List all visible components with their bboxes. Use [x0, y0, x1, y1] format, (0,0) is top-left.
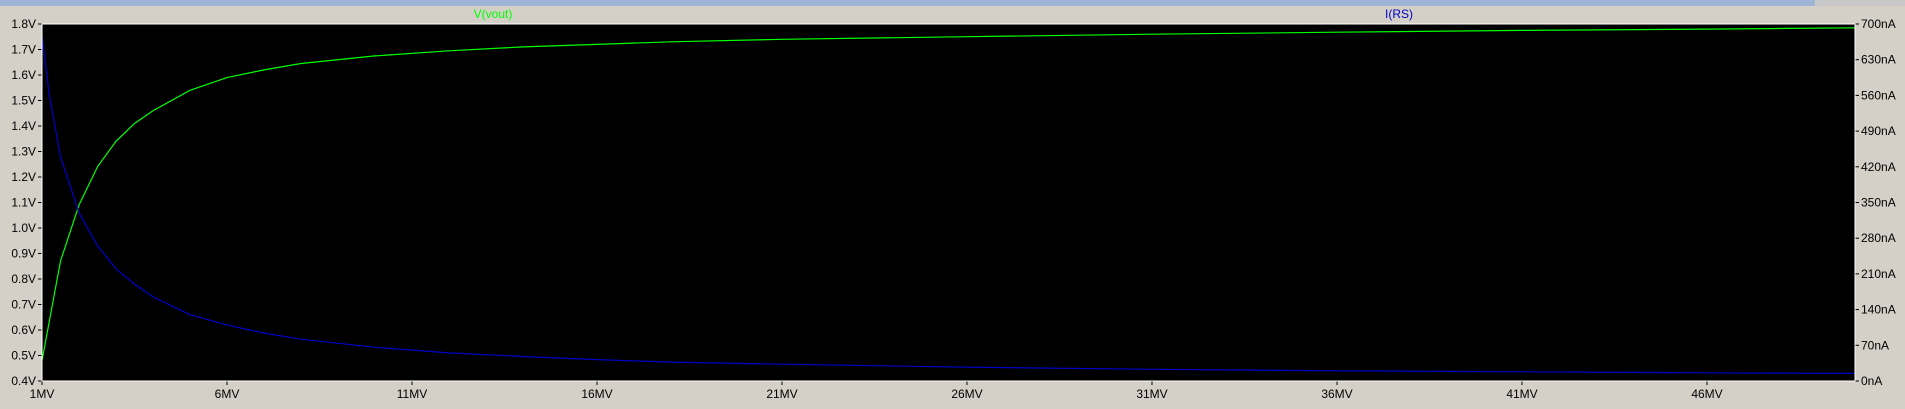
- y-left-tick-label: 1.4V: [11, 119, 36, 133]
- x-tick-label: 16MV: [581, 387, 612, 401]
- x-tick-label: 1MV: [30, 387, 55, 401]
- y-right-tick-label: 700nA: [1861, 17, 1896, 31]
- y-right-tick-label: 350nA: [1861, 196, 1896, 210]
- x-tick-label: 21MV: [766, 387, 797, 401]
- y-left-tick-label: 1.5V: [11, 94, 36, 108]
- waveform-plot[interactable]: 0.4V 0.5V 0.6V 0.7V 0.8V 0.9V 1.0V 1.1V 1.2V 1.3V…: [0, 0, 1905, 409]
- y-right-tick-label: 210nA: [1861, 267, 1896, 281]
- y-left-tick-label: 0.4V: [11, 374, 36, 388]
- plot-area[interactable]: [42, 24, 1855, 381]
- y-left-tick-label: 1.1V: [11, 196, 36, 210]
- y-right-tick-label: 420nA: [1861, 160, 1896, 174]
- y-left-tick-label: 0.8V: [11, 272, 36, 286]
- y-left-tick-label: 1.8V: [11, 17, 36, 31]
- y-axis-right: 0nA 70nA 140nA 210nA 280nA 350nA 420nA 490nA 560…: [1855, 17, 1896, 388]
- x-tick-label: 26MV: [951, 387, 982, 401]
- x-tick-label: 11MV: [397, 387, 427, 401]
- x-tick-label: 46MV: [1691, 387, 1722, 401]
- x-tick-label: 31MV: [1136, 387, 1167, 401]
- y-right-tick-label: 560nA: [1861, 88, 1896, 102]
- x-tick-label: 41MV: [1506, 387, 1537, 401]
- trace-label-irs[interactable]: I(RS): [1385, 7, 1413, 21]
- y-right-tick-label: 0nA: [1861, 374, 1882, 388]
- x-tick-label: 6MV: [215, 387, 240, 401]
- waveform-window: 0.4V 0.5V 0.6V 0.7V 0.8V 0.9V 1.0V 1.1V 1.2V 1.3V…: [0, 0, 1905, 409]
- y-axis-left: 0.4V 0.5V 0.6V 0.7V 0.8V 0.9V 1.0V 1.1V 1.2V 1.3V…: [11, 17, 42, 388]
- y-left-tick-label: 0.9V: [11, 247, 36, 261]
- y-right-tick-label: 490nA: [1861, 124, 1896, 138]
- y-left-tick-label: 1.6V: [11, 68, 36, 82]
- y-right-tick-label: 70nA: [1861, 338, 1889, 352]
- y-left-tick-label: 1.7V: [11, 43, 36, 57]
- y-left-tick-label: 0.6V: [11, 323, 36, 337]
- y-left-tick-label: 1.0V: [11, 221, 36, 235]
- y-left-tick-label: 1.2V: [11, 170, 36, 184]
- x-axis: 1MV 6MV 11MV 16MV 21MV 26MV 31MV 36MV 41MV 46MV: [30, 381, 1723, 401]
- y-right-tick-label: 280nA: [1861, 231, 1896, 245]
- y-left-tick-label: 0.5V: [11, 349, 36, 363]
- y-left-tick-label: 0.7V: [11, 298, 36, 312]
- y-right-tick-label: 140nA: [1861, 303, 1896, 317]
- y-left-tick-label: 1.3V: [11, 145, 36, 159]
- trace-label-vout[interactable]: V(vout): [474, 7, 513, 21]
- x-tick-label: 36MV: [1321, 387, 1352, 401]
- y-right-tick-label: 630nA: [1861, 53, 1896, 67]
